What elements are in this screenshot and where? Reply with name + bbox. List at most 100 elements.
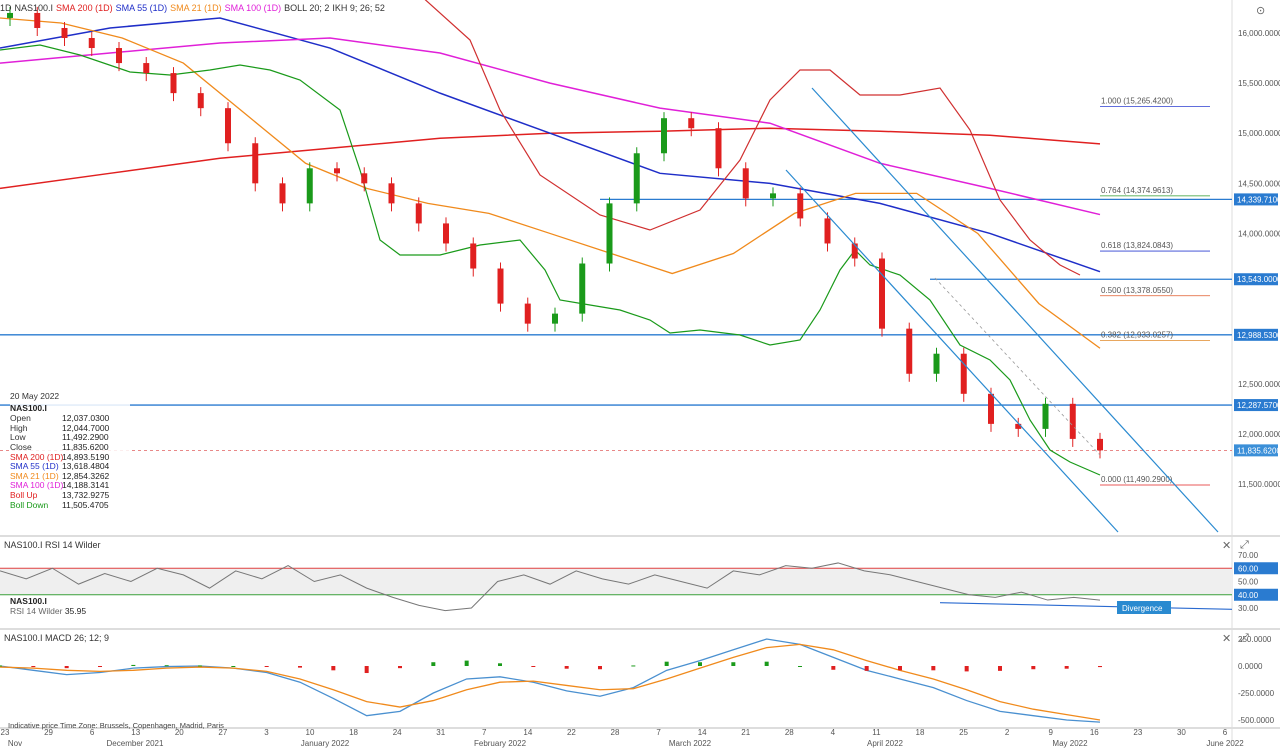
macd-histogram-bar [664, 661, 669, 666]
legend-item: SMA 55 (1D) [115, 3, 168, 13]
x-month-label: February 2022 [474, 739, 527, 748]
channel-upper-line [811, 87, 1219, 533]
candle-body [988, 393, 994, 424]
ohlc-date: 20 May 2022 [10, 391, 60, 401]
sma21-line [0, 17, 1101, 349]
footer-note: Indicative price Time Zone: Brussels, Co… [8, 721, 224, 730]
candle-body [334, 168, 340, 174]
sma100-line [0, 37, 1101, 216]
macd-histogram-bar [398, 666, 402, 669]
candle-body [715, 128, 722, 169]
candle-body [170, 73, 177, 94]
rsi-expand-icon[interactable]: ⤢ [1240, 539, 1249, 552]
price-tag-label: 12,287.5700 [1237, 401, 1280, 410]
legend-item: IKH 9; 26; 52 [332, 3, 385, 13]
candle-body [88, 38, 95, 49]
macd-histogram-bar [731, 662, 736, 666]
fib-level-label: 0.000 (11,490.2900) [1101, 475, 1173, 484]
x-day-tick: 16 [1090, 728, 1099, 737]
price-tick-label: 15,000.0000 [1238, 129, 1280, 138]
price-tick-label: 16,000.0000 [1238, 29, 1280, 38]
candle-body [579, 263, 586, 314]
macd-expand-icon[interactable]: ⤢ [1240, 632, 1249, 645]
macd-histogram-bar [364, 666, 369, 674]
legend-item: SMA 100 (1D) [224, 3, 282, 13]
candle-body [906, 328, 913, 374]
price-tag-label: 14,339.7100 [1237, 195, 1280, 204]
macd-histogram-bar [0, 665, 2, 667]
candle-body [143, 63, 150, 74]
candle-body [7, 12, 13, 18]
macd-histogram-bar [264, 666, 269, 667]
rsi-info-value: 35.95 [64, 606, 87, 616]
legend-item: SMA 200 (1D) [56, 3, 113, 13]
x-month-label: January 2022 [301, 739, 350, 748]
x-day-tick: 23 [1133, 728, 1142, 737]
legend-item: BOLL 20; 2 [284, 3, 330, 13]
candle-body [688, 118, 695, 129]
macd-signal-line [0, 643, 1101, 721]
macd-histogram-bar [498, 663, 502, 666]
x-day-tick: 14 [698, 728, 707, 737]
candle-body [497, 268, 504, 304]
candle-body [415, 203, 422, 224]
macd-histogram-bar [1031, 666, 1036, 670]
candle-body [524, 303, 531, 324]
x-day-tick: 31 [436, 728, 445, 737]
macd-histogram-bar [464, 660, 469, 666]
macd-histogram-bar [31, 666, 36, 668]
candle-body [797, 193, 804, 219]
candle-body [252, 143, 259, 184]
macd-histogram-bar [798, 666, 802, 667]
candle-body [770, 193, 776, 199]
macd-close-icon[interactable]: ✕ [1222, 632, 1231, 645]
macd-histogram-bar [864, 666, 869, 671]
sma200-line [0, 127, 1101, 190]
chart-menu-icon[interactable]: ⊙ [1256, 4, 1265, 17]
x-month-label: March 2022 [669, 739, 712, 748]
channel-lower-line [785, 169, 1119, 533]
macd-histogram-bar [831, 666, 836, 670]
x-day-tick: 4 [831, 728, 836, 737]
candle-body [633, 153, 640, 204]
rsi-tick-label: 50.00 [1238, 578, 1259, 587]
chart-svg: 16,000.0000 15,500.0000 15,000.0000 14,500.… [0, 0, 1280, 748]
boll-lower-line [0, 44, 1101, 476]
legend-item: NAS100.I [14, 3, 54, 13]
macd-tick-label: -250.0000 [1238, 689, 1275, 698]
macd-histogram-bar [931, 666, 936, 671]
ohlc-symbol: NAS100.I [10, 402, 47, 413]
candle-body [116, 48, 122, 64]
macd-histogram-bar [431, 662, 436, 666]
price-tag-label: 13,543.0000 [1237, 275, 1280, 284]
price-tag-label: 11,835.6200 [1237, 446, 1280, 455]
fib-level-label: 0.500 (13,378.0550) [1101, 286, 1173, 295]
candle-body [361, 173, 368, 184]
x-day-tick: 7 [482, 728, 487, 737]
x-day-tick: 30 [1177, 728, 1186, 737]
macd-histogram-bar [631, 665, 636, 667]
price-tick-label: 15,500.0000 [1238, 79, 1280, 88]
x-day-tick: 11 [872, 728, 881, 737]
price-tick-label: 12,000.0000 [1238, 430, 1280, 439]
candle-body [960, 353, 967, 394]
x-day-tick: 2 [1005, 728, 1010, 737]
rsi-info-box: NAS100.I RSI 14 Wilder 35.95 [10, 596, 86, 616]
candle-body [225, 108, 231, 144]
x-day-tick: 21 [741, 728, 750, 737]
macd-panel-title: NAS100.I MACD 26; 12; 9 [4, 633, 109, 643]
rsi-info-line: RSI 14 Wilder 35.95 [10, 606, 86, 616]
candle-body [1097, 438, 1103, 451]
divergence-label: Divergence [1122, 604, 1163, 613]
candle-body [933, 353, 940, 374]
fib-level-label: 0.764 (14,374.9613) [1101, 186, 1173, 195]
macd-histogram-bar [298, 666, 302, 668]
price-tick-label: 14,500.0000 [1238, 179, 1280, 188]
macd-histogram-bar [198, 665, 202, 667]
macd-histogram-bar [998, 666, 1002, 671]
ohlc-row-value: 11,505.4705 [62, 499, 109, 510]
rsi-close-icon[interactable]: ✕ [1222, 539, 1231, 552]
candle-body [61, 27, 68, 39]
price-tick-label: 12,500.0000 [1238, 380, 1280, 389]
candle-body [661, 118, 667, 154]
